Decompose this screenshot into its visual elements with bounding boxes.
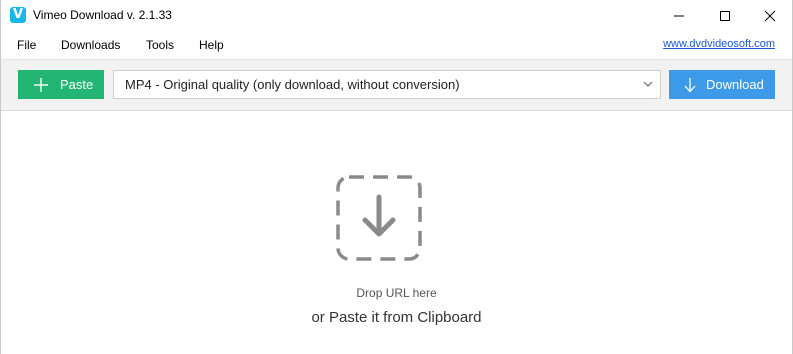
maximize-button[interactable] bbox=[702, 0, 748, 31]
download-button-label: Download bbox=[706, 77, 764, 92]
app-window: V Vimeo Download v. 2.1.33 File Download… bbox=[0, 0, 793, 354]
format-select[interactable]: MP4 - Original quality (only download, w… bbox=[113, 70, 661, 99]
download-drop-icon bbox=[336, 175, 422, 261]
menu-downloads[interactable]: Downloads bbox=[61, 38, 120, 52]
chevron-down-icon bbox=[643, 81, 653, 87]
plus-icon bbox=[34, 78, 48, 92]
format-select-value: MP4 - Original quality (only download, w… bbox=[125, 77, 460, 92]
menu-bar: File Downloads Tools Help www.dvdvideoso… bbox=[1, 31, 792, 60]
close-icon bbox=[764, 10, 776, 22]
menu-help[interactable]: Help bbox=[199, 38, 224, 52]
website-link[interactable]: www.dvdvideosoft.com bbox=[663, 38, 775, 50]
vimeo-app-icon: V bbox=[10, 7, 26, 23]
paste-button-label: Paste bbox=[60, 77, 94, 92]
maximize-icon bbox=[720, 11, 730, 21]
minimize-button[interactable] bbox=[656, 0, 702, 31]
window-title: Vimeo Download v. 2.1.33 bbox=[33, 8, 172, 22]
download-button[interactable]: Download bbox=[669, 70, 775, 99]
drop-url-hint: Drop URL here bbox=[356, 286, 437, 300]
menu-file[interactable]: File bbox=[17, 38, 36, 52]
paste-button[interactable]: Paste bbox=[18, 70, 104, 99]
menu-tools[interactable]: Tools bbox=[146, 38, 174, 52]
title-bar[interactable]: V Vimeo Download v. 2.1.33 bbox=[1, 0, 792, 31]
paste-from-clipboard-hint: or Paste it from Clipboard bbox=[311, 309, 482, 326]
drop-zone[interactable]: Drop URL here or Paste it from Clipboard bbox=[1, 111, 792, 354]
toolbar: Paste MP4 - Original quality (only downl… bbox=[1, 60, 792, 111]
close-button[interactable] bbox=[747, 0, 793, 31]
arrow-down-icon bbox=[684, 78, 696, 93]
minimize-icon bbox=[674, 15, 684, 17]
